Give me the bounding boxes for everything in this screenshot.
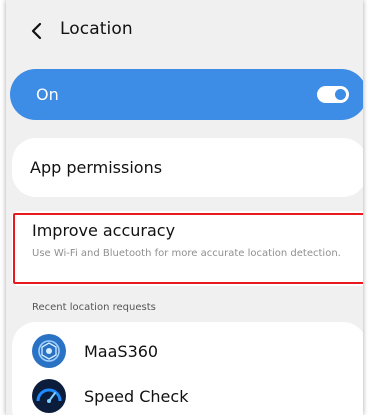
speed-check-app-icon	[32, 379, 66, 413]
recent-requests-list: MaaS360 Speed Check	[12, 322, 363, 415]
screenshot-frame: Location On App permissions Improve accu…	[0, 0, 369, 415]
page-title: Location	[60, 19, 133, 39]
maas360-app-icon	[32, 334, 66, 368]
location-switch[interactable]	[317, 86, 349, 103]
location-settings-screen: Location On App permissions Improve accu…	[6, 0, 363, 415]
list-item[interactable]: MaaS360	[12, 330, 363, 374]
app-permissions-item[interactable]: App permissions	[12, 138, 363, 197]
highlight-box	[13, 213, 363, 284]
app-name: MaaS360	[84, 342, 159, 361]
header: Location	[6, 0, 363, 62]
recent-requests-heading: Recent location requests	[32, 302, 156, 313]
location-toggle-label: On	[36, 85, 59, 104]
app-name: Speed Check	[84, 387, 189, 406]
app-permissions-label: App permissions	[30, 158, 163, 177]
location-toggle-bar[interactable]: On	[10, 69, 363, 120]
back-button[interactable]	[26, 18, 48, 44]
list-item[interactable]: Speed Check	[12, 375, 363, 415]
chevron-left-icon	[26, 18, 48, 44]
switch-knob	[335, 89, 346, 100]
